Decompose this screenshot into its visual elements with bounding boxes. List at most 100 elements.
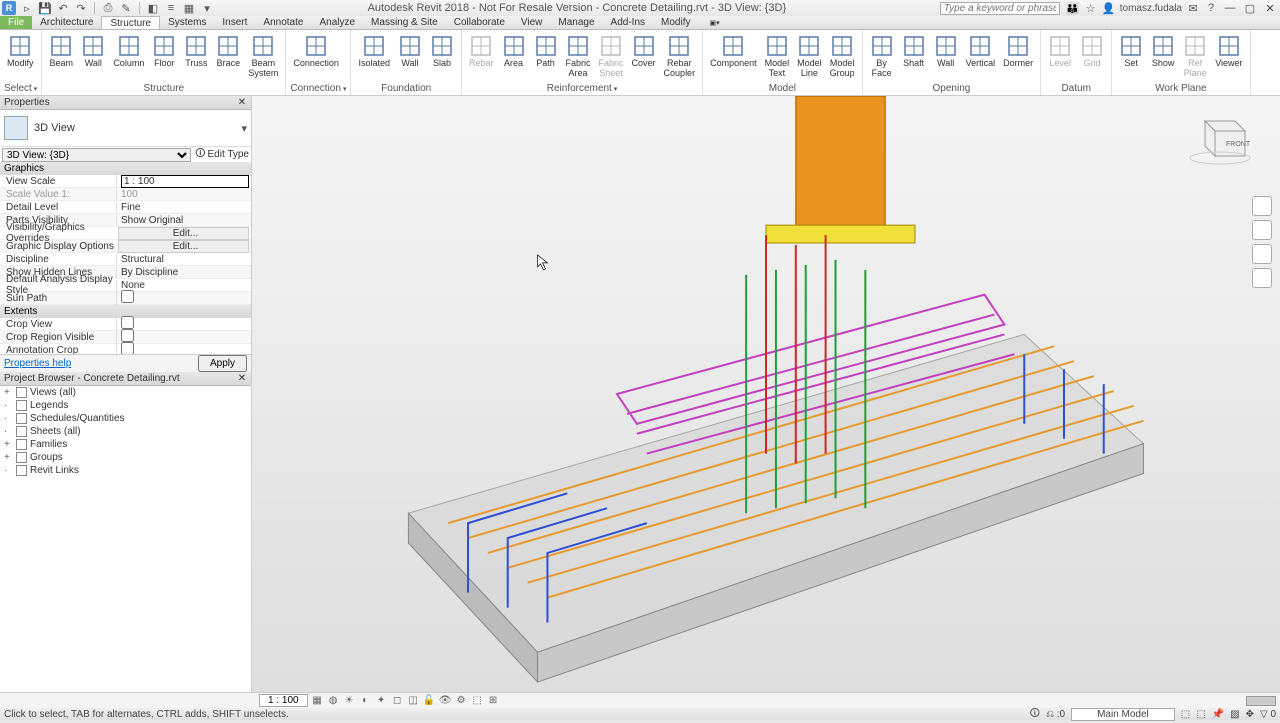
modify-button[interactable]: Modify (4, 32, 37, 71)
prop-value[interactable] (116, 290, 251, 306)
visual-style-icon[interactable]: ◍ (327, 694, 340, 707)
scrollbar-thumb[interactable] (1246, 696, 1276, 706)
prop-value[interactable]: None (116, 280, 251, 291)
prop-value[interactable]: 100 (116, 189, 251, 200)
qat-dropdown-icon[interactable]: ▾ (200, 1, 214, 15)
exchange-icon[interactable]: ✉ (1186, 1, 1200, 15)
detail-level-icon[interactable]: ▦ (311, 694, 324, 707)
viewport-3d[interactable]: — ▢ ✕ (252, 96, 1280, 692)
tab-insert[interactable]: Insert (214, 16, 255, 29)
zoom-icon[interactable] (1252, 244, 1272, 264)
tab-addins[interactable]: Add-Ins (603, 16, 653, 29)
filter-icon[interactable]: ▽ 0 (1260, 709, 1276, 720)
prop-value[interactable]: Structural (116, 254, 251, 265)
orbit-icon[interactable] (1252, 268, 1272, 288)
constraints-icon[interactable]: ⊞ (487, 694, 500, 707)
tab-overflow[interactable]: ▣▾ (698, 16, 727, 29)
area-button[interactable]: Area (499, 32, 529, 71)
close-icon[interactable]: ✕ (237, 373, 247, 384)
render-icon[interactable]: ✦ (375, 694, 388, 707)
crop-visible-icon[interactable]: ◫ (407, 694, 420, 707)
temp-hide-icon[interactable]: 👁 (439, 694, 452, 707)
qat-icon[interactable]: ◧ (146, 1, 160, 15)
unlock-icon[interactable]: 🔓 (423, 694, 436, 707)
viewer-button[interactable]: Viewer (1212, 32, 1245, 71)
tab-architecture[interactable]: Architecture (32, 16, 101, 29)
sun-path-icon[interactable]: ☀ (343, 694, 356, 707)
open-icon[interactable]: ▹ (20, 1, 34, 15)
wall-button[interactable]: Wall (78, 32, 108, 71)
prop-row[interactable]: Annotation Crop (0, 344, 251, 354)
project-browser-tree[interactable]: +Views (all)·Legends·Schedules/Quantitie… (0, 386, 251, 692)
model-text-button[interactable]: ModelText (762, 32, 793, 81)
path-button[interactable]: Path (531, 32, 561, 71)
component-button[interactable]: Component (707, 32, 760, 71)
wall-button[interactable]: Wall (931, 32, 961, 71)
crop-icon[interactable]: ◻ (391, 694, 404, 707)
instance-selector[interactable]: 3D View: {3D} (2, 148, 191, 162)
shaft-button[interactable]: Shaft (899, 32, 929, 71)
select-links-icon[interactable]: ⬚ (1181, 709, 1190, 720)
column-button[interactable]: Column (110, 32, 147, 71)
redo-icon[interactable]: ↷ (74, 1, 88, 15)
tab-manage[interactable]: Manage (550, 16, 602, 29)
prop-row[interactable]: DisciplineStructural (0, 253, 251, 266)
star-icon[interactable]: ☆ (1084, 1, 1098, 15)
prop-row[interactable]: Detail LevelFine (0, 201, 251, 214)
measure-icon[interactable]: ✎ (119, 1, 133, 15)
tree-item[interactable]: ·Legends (0, 399, 251, 412)
cover-button[interactable]: Cover (629, 32, 659, 71)
tree-item[interactable]: +Views (all) (0, 386, 251, 399)
truss-button[interactable]: Truss (181, 32, 211, 71)
show-button[interactable]: Show (1148, 32, 1178, 71)
prop-value[interactable]: Show Original (116, 215, 251, 226)
tree-item[interactable]: ·Revit Links (0, 464, 251, 477)
reveal-icon[interactable]: ⚙ (455, 694, 468, 707)
prop-value[interactable]: 1 : 100 (116, 175, 251, 188)
prop-row[interactable]: Graphic Display OptionsEdit... (0, 240, 251, 253)
nav-bar[interactable] (1252, 196, 1272, 288)
tab-analyze[interactable]: Analyze (311, 16, 363, 29)
prop-value[interactable]: Fine (116, 202, 251, 213)
tree-item[interactable]: +Groups (0, 451, 251, 464)
search-input[interactable] (940, 2, 1060, 15)
beam-button[interactable]: Beam (46, 32, 76, 71)
help-icon[interactable]: ? (1204, 1, 1218, 15)
tab-annotate[interactable]: Annotate (255, 16, 311, 29)
analytical-icon[interactable]: ⬚ (471, 694, 484, 707)
prop-row[interactable]: View Scale1 : 100 (0, 175, 251, 188)
tab-modify[interactable]: Modify (653, 16, 698, 29)
tab-collaborate[interactable]: Collaborate (446, 16, 513, 29)
select-face-icon[interactable]: ▨ (1230, 709, 1239, 720)
wall-button[interactable]: Wall (395, 32, 425, 71)
infocenter-icon[interactable]: 👪 (1066, 1, 1080, 15)
prop-row[interactable]: Scale Value 1:100 (0, 188, 251, 201)
minimize-button[interactable]: — (1222, 2, 1238, 15)
isolated-button[interactable]: Isolated (355, 32, 393, 71)
dormer-button[interactable]: Dormer (1000, 32, 1036, 71)
undo-icon[interactable]: ↶ (56, 1, 70, 15)
tree-item[interactable]: ·Sheets (all) (0, 425, 251, 438)
model-line-button[interactable]: ModelLine (794, 32, 825, 81)
prop-row[interactable]: Visibility/Graphics OverridesEdit... (0, 227, 251, 240)
vertical-button[interactable]: Vertical (963, 32, 999, 71)
beam-system-button[interactable]: BeamSystem (245, 32, 281, 81)
design-options-icon[interactable]: ⎌ :0 (1046, 709, 1065, 720)
prop-value[interactable]: By Discipline (116, 267, 251, 278)
type-selector[interactable]: 3D View ▾ (0, 110, 251, 146)
prop-value[interactable] (116, 342, 251, 354)
shadows-icon[interactable]: ◐ (359, 694, 372, 707)
drag-icon[interactable]: ✥ (1246, 709, 1254, 720)
select-pinned-icon[interactable]: 📌 (1212, 709, 1224, 720)
model-group-button[interactable]: ModelGroup (827, 32, 858, 81)
tree-item[interactable]: ·Schedules/Quantities (0, 412, 251, 425)
set-button[interactable]: Set (1116, 32, 1146, 71)
brace-button[interactable]: Brace (213, 32, 243, 71)
properties-help-link[interactable]: Properties help (4, 358, 71, 369)
prop-value[interactable]: Edit... (118, 240, 249, 253)
qat-icon[interactable]: ▦ (182, 1, 196, 15)
qat-icon[interactable]: ≡ (164, 1, 178, 15)
tab-view[interactable]: View (513, 16, 551, 29)
save-icon[interactable]: 💾 (38, 1, 52, 15)
pan-icon[interactable] (1252, 220, 1272, 240)
